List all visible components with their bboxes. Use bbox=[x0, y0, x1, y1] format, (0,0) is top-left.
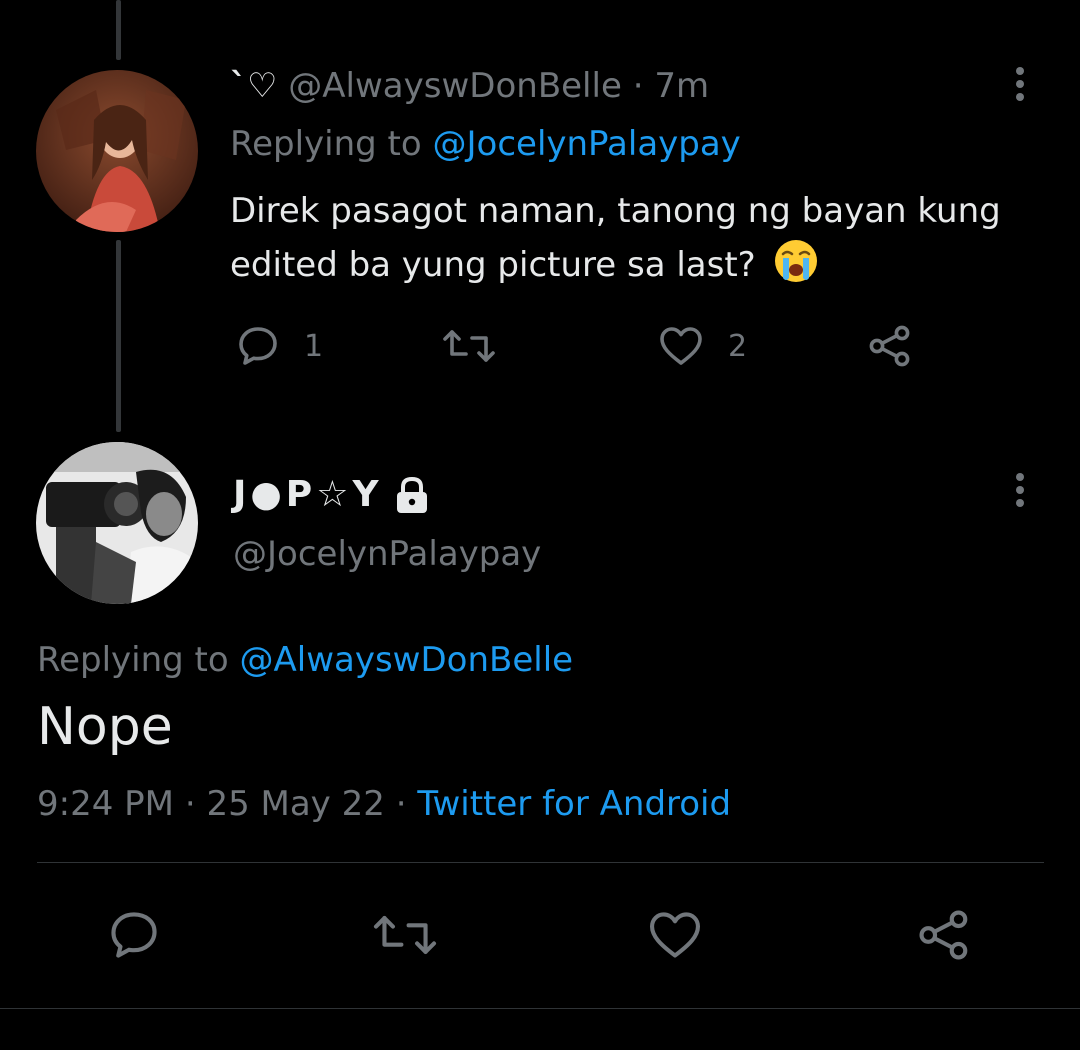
tweet1-handle[interactable]: @AlwayswDonBelle bbox=[288, 66, 622, 106]
actions-divider bbox=[0, 1008, 1080, 1009]
tweet2-display-name[interactable]: J●P☆Y bbox=[233, 470, 383, 520]
tweet2-handle[interactable]: @JocelynPalaypay bbox=[233, 530, 541, 578]
meta-divider bbox=[37, 862, 1044, 863]
tweet1-text: Direk pasagot naman, tanong ng bayan kun… bbox=[230, 191, 1001, 285]
loudly-crying-face-icon bbox=[774, 240, 817, 282]
tweet1-replying-prefix: Replying to bbox=[230, 124, 422, 164]
thread-line-middle bbox=[116, 240, 121, 432]
tweet2-replying-prefix: Replying to bbox=[37, 640, 229, 680]
tweet1-header: `♡ @AlwayswDonBelle · 7m bbox=[230, 62, 709, 110]
tweet1-more-icon[interactable] bbox=[1000, 54, 1040, 114]
retweet-icon bbox=[373, 916, 437, 954]
tweet1-separator: · bbox=[632, 66, 644, 106]
tweet1-replying-to: Replying to @JocelynPalaypay bbox=[230, 120, 741, 168]
tweet2-time[interactable]: 9:24 PM bbox=[37, 784, 174, 824]
tweet1-reply-button[interactable]: 1 bbox=[234, 322, 323, 370]
tweet1-like-count: 2 bbox=[728, 328, 748, 364]
tweet2-reply-button[interactable] bbox=[105, 906, 163, 964]
tweet2-like-button[interactable] bbox=[645, 906, 705, 964]
avatar-alwayswdonbelle[interactable] bbox=[36, 70, 198, 232]
tweet2-meta-dot-1: · bbox=[184, 784, 196, 824]
lock-icon bbox=[396, 476, 427, 513]
tweet2-share-button[interactable] bbox=[915, 906, 973, 964]
heart-icon bbox=[649, 912, 701, 958]
tweet1-reply-count: 1 bbox=[304, 328, 324, 364]
tweet2-text: Nope bbox=[37, 697, 173, 757]
tweet1-body: Direk pasagot naman, tanong ng bayan kun… bbox=[230, 184, 1040, 292]
heart-icon bbox=[660, 327, 702, 365]
tweet2-retweet-button[interactable] bbox=[372, 906, 438, 964]
tweet2-more-icon[interactable] bbox=[1000, 460, 1040, 520]
tweet2-replying-to: Replying to @AlwayswDonBelle bbox=[37, 636, 573, 684]
tweet2-meta: 9:24 PM · 25 May 22 · Twitter for Androi… bbox=[37, 780, 731, 828]
reply-icon bbox=[111, 912, 157, 958]
tweet2-replying-link[interactable]: @AlwayswDonBelle bbox=[240, 640, 574, 680]
reply-icon bbox=[239, 327, 277, 365]
tweet1-retweet-button[interactable] bbox=[442, 322, 496, 370]
tweet1-replying-link[interactable]: @JocelynPalaypay bbox=[433, 124, 741, 164]
share-icon bbox=[869, 325, 910, 367]
retweet-icon bbox=[443, 330, 495, 362]
tweet1-like-button[interactable]: 2 bbox=[656, 322, 747, 370]
tweet1-share-button[interactable] bbox=[866, 322, 914, 370]
tweet2-date[interactable]: 25 May 22 bbox=[206, 784, 384, 824]
tweet2-display-name-row: J●P☆Y bbox=[233, 470, 431, 520]
tweet1-time[interactable]: 7m bbox=[654, 66, 709, 106]
tweet2-meta-dot-2: · bbox=[395, 784, 407, 824]
tweet2-source-link[interactable]: Twitter for Android bbox=[417, 784, 731, 824]
avatar-jocelynpalaypay[interactable] bbox=[36, 442, 198, 604]
thread-line-top bbox=[116, 0, 121, 60]
share-icon bbox=[919, 910, 968, 960]
tweet1-display-name[interactable]: `♡ bbox=[230, 66, 277, 106]
tweet-thread: `♡ @AlwayswDonBelle · 7m Replying to @Jo… bbox=[0, 0, 1080, 1050]
